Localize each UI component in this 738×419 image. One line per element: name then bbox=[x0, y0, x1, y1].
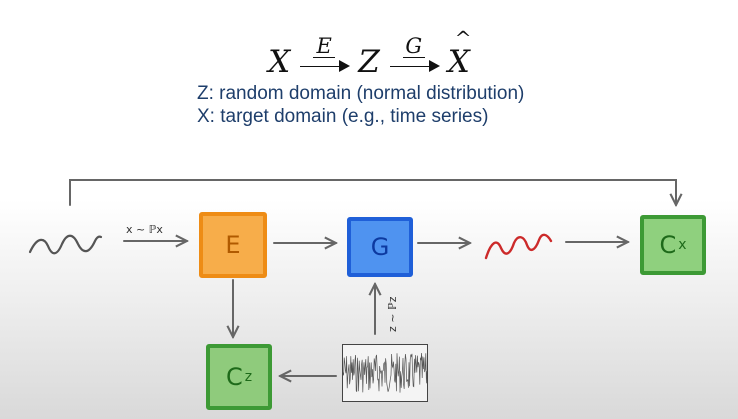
feedback-loop-arrow bbox=[69, 179, 676, 205]
critic-x-label: C bbox=[659, 231, 677, 259]
encoder-label: E bbox=[225, 231, 241, 259]
z-sample-label: z ~ ℙz bbox=[386, 296, 399, 332]
generator-label: G bbox=[370, 233, 390, 261]
critic-z-subscript: z bbox=[244, 369, 253, 385]
critic-z-box: Cz bbox=[206, 344, 272, 410]
critic-x-box: Cx bbox=[640, 215, 706, 275]
critic-z-label: C bbox=[225, 363, 243, 391]
generator-box: G bbox=[347, 217, 413, 277]
x-sample-label: x ~ ℙx bbox=[126, 223, 163, 236]
encoder-box: E bbox=[199, 212, 267, 278]
random-noise-sample bbox=[342, 344, 428, 402]
input-signal-wave bbox=[28, 234, 103, 255]
critic-x-subscript: x bbox=[678, 237, 687, 253]
noise-signal bbox=[343, 352, 427, 393]
reconstructed-signal-wave bbox=[484, 233, 553, 260]
